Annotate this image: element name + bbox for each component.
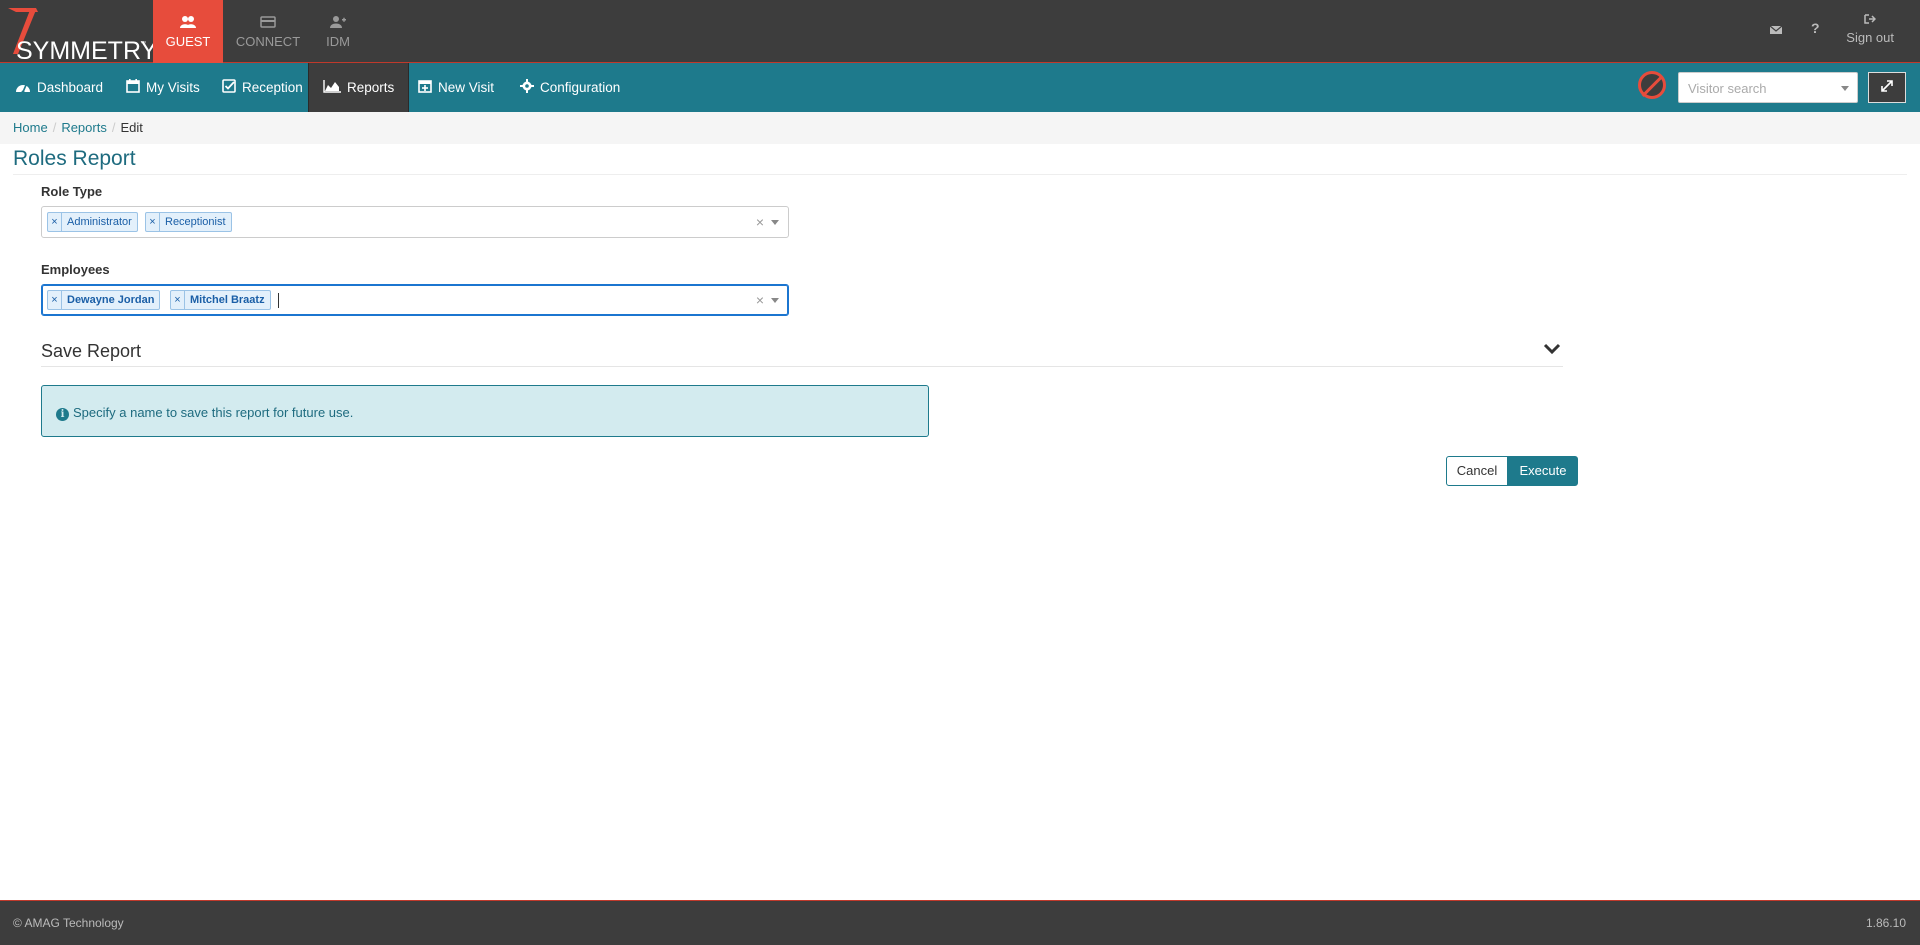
remove-tag-icon[interactable]: × xyxy=(171,291,185,309)
app-tab-idm[interactable]: IDM xyxy=(303,0,373,63)
check-square-icon xyxy=(222,64,236,113)
area-chart-icon xyxy=(323,64,341,113)
sign-out-button[interactable]: Sign out xyxy=(1846,14,1894,45)
card-icon xyxy=(260,16,276,28)
top-header: SYMMETRY ™ GUEST CONNECT IDM ? Sign out xyxy=(0,0,1920,65)
logo-trademark: ™ xyxy=(140,41,146,47)
cancel-button[interactable]: Cancel xyxy=(1446,456,1508,486)
nav-new-visit-label: New Visit xyxy=(438,80,495,95)
nav-reports-label: Reports xyxy=(347,80,395,95)
employees-label: Employees xyxy=(41,262,110,277)
app-tab-connect[interactable]: CONNECT xyxy=(233,0,303,63)
divider xyxy=(13,174,1907,175)
no-entry-icon[interactable] xyxy=(1638,71,1666,99)
save-report-heading[interactable]: Save Report xyxy=(41,341,141,362)
nav-dashboard[interactable]: Dashboard xyxy=(1,63,117,112)
app-tab-label: IDM xyxy=(326,34,350,49)
nav-reception[interactable]: Reception xyxy=(208,63,317,112)
visitor-search-input[interactable]: Visitor search xyxy=(1678,72,1858,103)
expand-icon xyxy=(1881,80,1893,92)
nav-configuration[interactable]: Configuration xyxy=(506,63,634,112)
nav-new-visit[interactable]: New Visit xyxy=(404,63,508,112)
visitor-search-placeholder: Visitor search xyxy=(1688,81,1767,96)
info-icon: i xyxy=(56,408,69,421)
sign-out-label: Sign out xyxy=(1846,30,1894,45)
logo-text: SYMMETRY xyxy=(16,37,158,65)
remove-tag-icon[interactable]: × xyxy=(48,213,62,231)
nav-reports[interactable]: Reports xyxy=(308,63,410,113)
clear-selection-icon[interactable]: × xyxy=(756,214,764,230)
page-title: Roles Report xyxy=(13,147,136,170)
breadcrumb-current: Edit xyxy=(120,120,143,135)
nav-reception-label: Reception xyxy=(242,80,303,95)
calendar-icon xyxy=(126,64,140,113)
clear-selection-icon[interactable]: × xyxy=(756,292,764,308)
employee-tag-dewayne-jordan: × Dewayne Jordan xyxy=(47,290,161,310)
user-add-icon xyxy=(330,16,346,28)
symmetry-logo[interactable]: SYMMETRY ™ xyxy=(6,6,157,65)
nav-my-visits-label: My Visits xyxy=(146,80,200,95)
text-cursor xyxy=(278,293,279,308)
breadcrumb-separator: / xyxy=(111,120,116,135)
role-type-label: Role Type xyxy=(41,184,103,199)
calendar-plus-icon xyxy=(418,64,432,113)
app-tab-label: GUEST xyxy=(165,34,211,49)
role-type-select[interactable]: × Administrator × Receptionist × xyxy=(41,206,789,238)
role-tag-administrator: × Administrator xyxy=(47,212,138,232)
chevron-down-icon[interactable] xyxy=(1542,339,1562,359)
fullscreen-button[interactable] xyxy=(1868,72,1906,103)
breadcrumb-reports[interactable]: Reports xyxy=(61,120,107,135)
breadcrumb-home[interactable]: Home xyxy=(13,120,48,135)
footer-copyright: © AMAG Technology xyxy=(13,916,124,930)
remove-tag-icon[interactable]: × xyxy=(48,291,62,309)
breadcrumb: Home / Reports / Edit xyxy=(0,112,1920,144)
gear-icon xyxy=(520,64,534,113)
chevron-down-icon xyxy=(1841,86,1849,91)
tag-label: Administrator xyxy=(67,216,132,228)
info-text: Specify a name to save this report for f… xyxy=(73,405,354,420)
sign-out-icon xyxy=(1846,14,1894,27)
employee-tag-mitchel-braatz: × Mitchel Braatz xyxy=(170,290,271,310)
employees-select[interactable]: × Dewayne Jordan × Mitchel Braatz × xyxy=(41,284,789,316)
chevron-down-icon[interactable] xyxy=(771,298,779,303)
execute-button[interactable]: Execute xyxy=(1508,456,1578,486)
footer-version: 1.86.10 xyxy=(1865,916,1906,930)
help-icon[interactable]: ? xyxy=(1811,20,1820,36)
main-navbar: Dashboard My Visits Reception Reports Ne… xyxy=(0,63,1920,112)
save-report-info-alert: i Specify a name to save this report for … xyxy=(41,385,929,437)
users-icon xyxy=(180,16,196,28)
footer: © AMAG Technology 1.86.10 xyxy=(0,900,1920,945)
tag-label: Receptionist xyxy=(165,216,226,228)
tag-label: Dewayne Jordan xyxy=(67,294,155,306)
role-tag-receptionist: × Receptionist xyxy=(145,212,232,232)
nav-my-visits[interactable]: My Visits xyxy=(112,63,214,112)
remove-tag-icon[interactable]: × xyxy=(146,213,160,231)
nav-configuration-label: Configuration xyxy=(540,80,621,95)
app-tab-label: CONNECT xyxy=(235,34,301,49)
app-tab-guest[interactable]: GUEST xyxy=(153,0,223,63)
divider xyxy=(41,366,1563,367)
tag-label: Mitchel Braatz xyxy=(190,294,265,306)
nav-dashboard-label: Dashboard xyxy=(37,80,104,95)
chevron-down-icon[interactable] xyxy=(771,220,779,225)
envelope-icon[interactable] xyxy=(1769,22,1783,38)
tachometer-icon xyxy=(15,64,31,113)
breadcrumb-separator: / xyxy=(52,120,57,135)
